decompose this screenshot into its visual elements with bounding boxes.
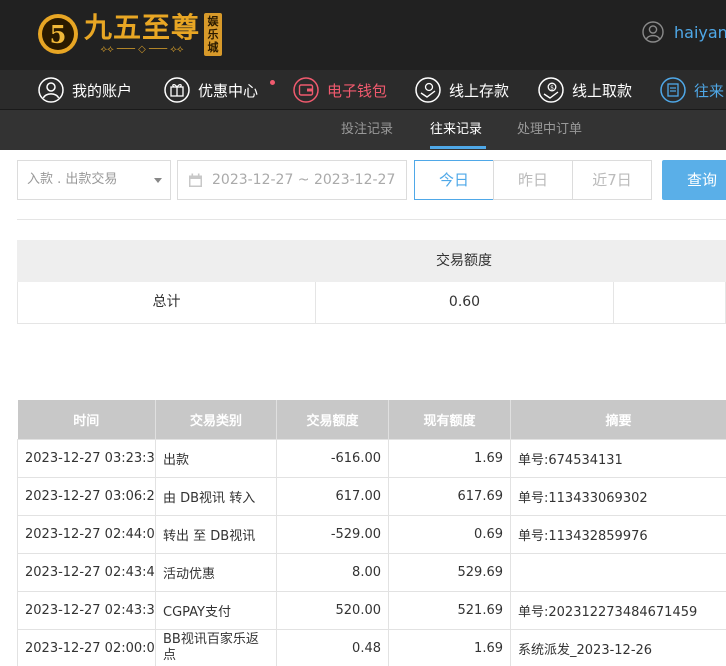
- yesterday-button[interactable]: 昨日: [493, 160, 573, 200]
- cell-type: 出款: [155, 438, 277, 478]
- divider: [17, 219, 726, 220]
- date-range-value: 2023-12-27 ~ 2023-12-27: [212, 172, 396, 188]
- today-button[interactable]: 今日: [414, 160, 494, 200]
- column-header-type: 交易类别: [155, 400, 277, 439]
- nav-label: 线上取款: [572, 81, 633, 100]
- user-menu[interactable]: haiyang: [642, 21, 726, 43]
- table-row: 2023-12-27 02:00:04 BB视讯百家乐返点 0.48 1.69 …: [17, 628, 726, 666]
- cell-note: 单号:113432859976: [510, 514, 726, 554]
- cell-balance: 529.69: [388, 552, 511, 592]
- cell-time: 2023-12-27 02:43:44: [17, 552, 156, 592]
- column-header-time: 时间: [17, 400, 156, 439]
- nav-my-account[interactable]: 我的账户: [38, 70, 133, 109]
- column-header-note: 摘要: [510, 400, 726, 439]
- cell-amount: -529.00: [276, 514, 389, 554]
- nav-online-deposit[interactable]: 线上存款: [415, 70, 510, 109]
- cell-time: 2023-12-27 03:23:33: [17, 438, 156, 478]
- user-icon: [38, 77, 64, 103]
- top-header: 5 九五至尊 ⟡⟡ ─── ◇ ─── ⟡⟡ 娱乐城 haiyang: [0, 0, 726, 70]
- logo-emblem-icon: 5: [38, 14, 78, 54]
- nav-promotions[interactable]: 优惠中心: [164, 70, 259, 109]
- cell-time: 2023-12-27 02:00:04: [17, 628, 156, 666]
- transactions-table: 时间 交易类别 交易额度 现有额度 摘要 2023-12-27 03:23:33…: [17, 400, 726, 666]
- notification-dot: [270, 80, 275, 85]
- gift-icon: [164, 77, 190, 103]
- summary-total-label: 总计: [18, 282, 316, 323]
- column-header-amount: 交易额度: [276, 400, 389, 439]
- svg-text:$: $: [550, 84, 554, 91]
- active-tab-indicator: [430, 146, 486, 149]
- brand-logo[interactable]: 5 九五至尊 ⟡⟡ ─── ◇ ─── ⟡⟡ 娱乐城: [36, 8, 223, 60]
- svg-text:5: 5: [50, 20, 67, 49]
- cell-note: 单号:113433069302: [510, 476, 726, 516]
- user-avatar-icon: [642, 21, 664, 43]
- nav-label: 往来: [694, 81, 725, 100]
- nav-online-withdraw[interactable]: $ 线上取款: [538, 70, 633, 109]
- cell-amount: 0.48: [276, 628, 389, 666]
- table-row: 2023-12-27 03:06:27 由 DB视讯 转入 617.00 617…: [17, 476, 726, 516]
- cell-time: 2023-12-27 02:44:00: [17, 514, 156, 554]
- column-header-balance: 现有额度: [388, 400, 511, 439]
- table-row: 2023-12-27 02:43:44 活动优惠 8.00 529.69: [17, 552, 726, 592]
- withdraw-icon: $: [538, 77, 564, 103]
- cell-note: 单号:674534131: [510, 438, 726, 478]
- cell-amount: 617.00: [276, 476, 389, 516]
- cell-time: 2023-12-27 02:43:34: [17, 590, 156, 630]
- cell-note: [510, 552, 726, 592]
- cell-balance: 0.69: [388, 514, 511, 554]
- brand-ornament: ⟡⟡ ─── ◇ ─── ⟡⟡: [100, 44, 184, 55]
- nav-label: 我的账户: [72, 81, 133, 100]
- nav-label: 电子钱包: [327, 81, 388, 100]
- nav-label: 优惠中心: [198, 81, 259, 100]
- brand-title: 九五至尊: [84, 11, 201, 44]
- cell-amount: 520.00: [276, 590, 389, 630]
- summary-header-amount: 交易额度: [436, 253, 492, 269]
- cell-time: 2023-12-27 03:06:27: [17, 476, 156, 516]
- transaction-icon: [660, 77, 686, 103]
- select-value: 入款 . 出款交易: [27, 172, 118, 187]
- cell-balance: 1.69: [388, 628, 511, 666]
- query-button[interactable]: 查询: [662, 160, 726, 200]
- summary-header: 交易额度: [17, 240, 726, 282]
- deposit-icon: [415, 77, 441, 103]
- nav-e-wallet[interactable]: 电子钱包: [293, 70, 388, 109]
- cell-amount: 8.00: [276, 552, 389, 592]
- chevron-down-icon: [154, 178, 162, 183]
- table-row: 2023-12-27 02:44:00 转出 至 DB视讯 -529.00 0.…: [17, 514, 726, 554]
- cell-note: 单号:202312273484671459: [510, 590, 726, 630]
- table-row: 2023-12-27 02:43:34 CGPAY支付 520.00 521.6…: [17, 590, 726, 630]
- nav-transactions[interactable]: 往来: [660, 70, 725, 109]
- table-row: 2023-12-27 03:23:33 出款 -616.00 1.69 单号:6…: [17, 438, 726, 478]
- cell-type: CGPAY支付: [155, 590, 277, 630]
- date-range-picker[interactable]: 2023-12-27 ~ 2023-12-27: [177, 160, 407, 200]
- cell-type: 由 DB视讯 转入: [155, 476, 277, 516]
- cell-amount: -616.00: [276, 438, 389, 478]
- cell-note: 系统派发_2023-12-26: [510, 628, 726, 666]
- summary-total-value: 0.60: [316, 282, 614, 323]
- cell-balance: 1.69: [388, 438, 511, 478]
- cell-balance: 617.69: [388, 476, 511, 516]
- wallet-icon: [293, 77, 319, 103]
- tab-pending-orders[interactable]: 处理中订单: [517, 110, 582, 150]
- table-header-row: 时间 交易类别 交易额度 现有额度 摘要: [17, 400, 726, 439]
- tab-bet-records[interactable]: 投注记录: [341, 110, 393, 150]
- transaction-type-select[interactable]: 入款 . 出款交易: [17, 160, 171, 200]
- nav-label: 线上存款: [449, 81, 510, 100]
- main-nav: 我的账户 优惠中心 电子钱包 线上存款 $ 线上取款 往来: [0, 70, 726, 110]
- last-7-days-button[interactable]: 近7日: [572, 160, 652, 200]
- sub-nav: 投注记录 往来记录 处理中订单: [0, 110, 726, 150]
- cell-type: 转出 至 DB视讯: [155, 514, 277, 554]
- cell-balance: 521.69: [388, 590, 511, 630]
- brand-badge: 娱乐城: [204, 12, 223, 56]
- cell-type: BB视讯百家乐返点: [155, 628, 277, 666]
- username[interactable]: haiyang: [674, 23, 726, 42]
- summary-row: 总计 0.60: [17, 282, 726, 324]
- cell-type: 活动优惠: [155, 552, 277, 592]
- tab-transaction-records[interactable]: 往来记录: [430, 110, 482, 150]
- calendar-icon: [189, 173, 202, 187]
